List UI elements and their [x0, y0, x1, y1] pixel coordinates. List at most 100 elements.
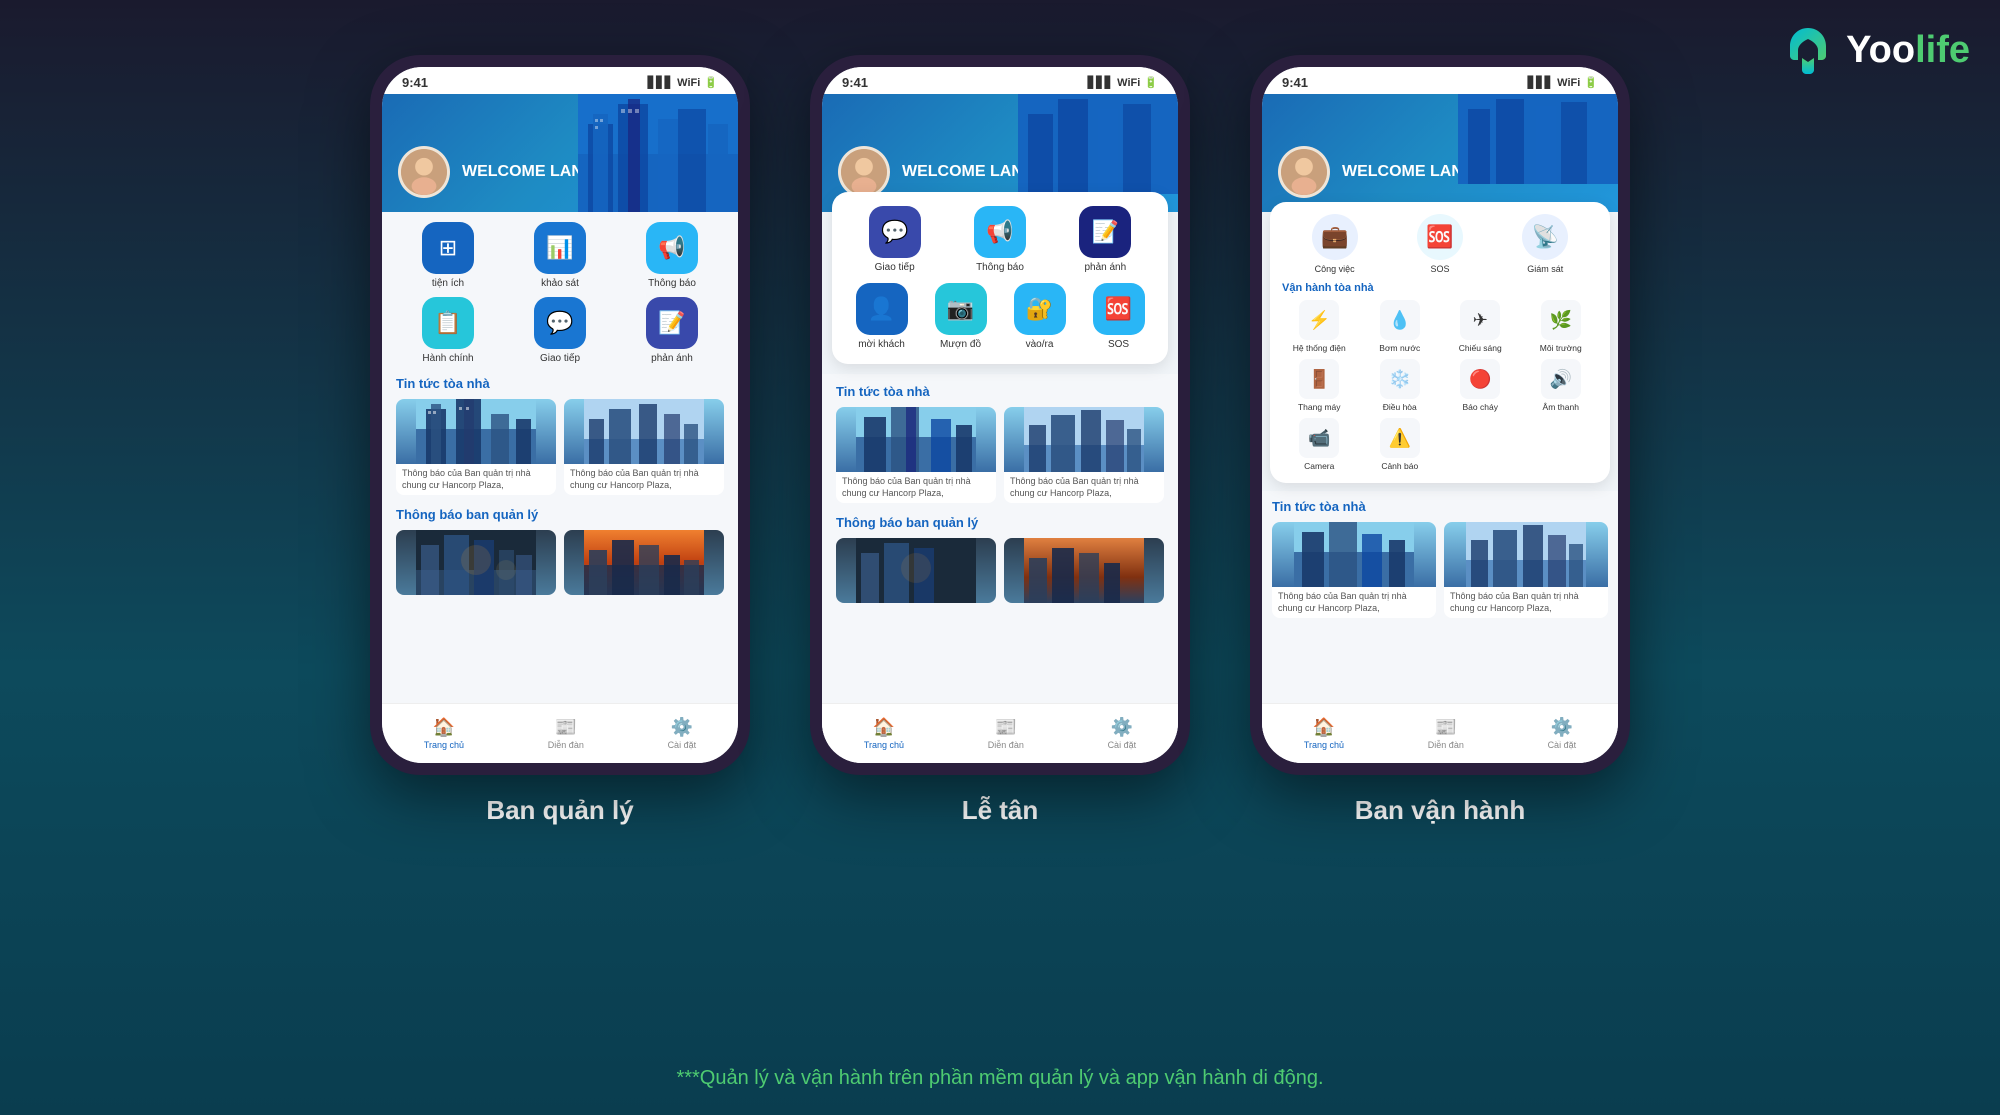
ops-bomnuoc-3[interactable]: 💧 Bơm nước [1363, 300, 1438, 353]
ops-giamsat-3[interactable]: 📡 Giám sát [1522, 214, 1568, 274]
ops-hethongdien-label-3: Hệ thống điện [1293, 343, 1346, 353]
popup-thongbao-2[interactable]: 📢 Thông báo [951, 206, 1048, 273]
popup-giaotiep-2[interactable]: 💬 Giao tiếp [846, 206, 943, 273]
ops-camera-icon-3[interactable]: 📹 [1299, 418, 1339, 458]
ops-card-3: 💼 Công việc 🆘 SOS 📡 Giám sát Vận hành tò [1270, 202, 1610, 483]
khaosat-icon[interactable]: 📊 [534, 222, 586, 274]
news-card-1b[interactable]: Thông báo của Ban quản trị nhà chung cư … [564, 399, 724, 495]
nav-settings-1[interactable]: ⚙️ Cài đặt [668, 717, 697, 750]
section-title-news-3: Tin tức tòa nhà [1272, 499, 1608, 514]
ops-baochay-icon-3[interactable]: 🔴 [1460, 359, 1500, 399]
popup-giaotiep-icon-2[interactable]: 💬 [869, 206, 921, 258]
popup-muondo-2[interactable]: 📷 Mượn đồ [925, 283, 996, 350]
ops-bomnuoc-icon-3[interactable]: 💧 [1380, 300, 1420, 340]
popup-phananh-2[interactable]: 📝 phản ánh [1057, 206, 1154, 273]
icon-item-giaotiep[interactable]: 💬 Giao tiếp [508, 297, 612, 364]
phananh-icon[interactable]: 📝 [646, 297, 698, 349]
ops-congviec-3[interactable]: 💼 Công việc [1312, 214, 1358, 274]
ops-thangmay-icon-3[interactable]: 🚪 [1299, 359, 1339, 399]
signal-icon-2: ▋▋▋ [1088, 76, 1113, 89]
ops-camera-3[interactable]: 📹 Camera [1282, 418, 1357, 471]
ops-hethongdien-icon-3[interactable]: ⚡ [1299, 300, 1339, 340]
ops-thangmay-label-3: Thang máy [1298, 402, 1341, 412]
popup-phananh-icon-2[interactable]: 📝 [1079, 206, 1131, 258]
phone-screen-1: 9:41 ▋▋▋ WiFi 🔋 [382, 67, 738, 763]
nav-home-1[interactable]: 🏠 Trang chủ [424, 717, 464, 750]
mgmt-card-2b[interactable] [1004, 538, 1164, 603]
news-caption-2b: Thông báo của Ban quản trị nhà chung cư … [1004, 472, 1164, 503]
avatar-1 [398, 146, 450, 198]
popup-vaora-icon-2[interactable]: 🔐 [1014, 283, 1066, 335]
section-title-mgmt-1: Thông báo ban quản lý [396, 507, 724, 522]
ops-sos-icon-3[interactable]: 🆘 [1417, 214, 1463, 260]
bottom-nav-3: 🏠 Trang chủ 📰 Diễn đàn ⚙️ Cài đặt [1262, 703, 1618, 763]
ops-canhbao-label-3: Cảnh báo [1381, 461, 1418, 471]
popup-vaora-2[interactable]: 🔐 vào/ra [1004, 283, 1075, 350]
ops-congviec-icon-3[interactable]: 💼 [1312, 214, 1358, 260]
popup-moikhach-2[interactable]: 👤 mời khách [846, 283, 917, 350]
phone-screen-3: 9:41 ▋▋▋ WiFi 🔋 [1262, 67, 1618, 763]
nav-settings-3[interactable]: ⚙️ Cài đặt [1548, 717, 1577, 750]
news-card-2b[interactable]: Thông báo của Ban quản trị nhà chung cư … [1004, 407, 1164, 503]
wifi-icon-2: WiFi [1117, 77, 1140, 89]
tienich-icon[interactable]: ⊞ [422, 222, 474, 274]
ops-amthanh-3[interactable]: 🔊 Âm thanh [1524, 359, 1599, 412]
ops-thangmay-3[interactable]: 🚪 Thang máy [1282, 359, 1357, 412]
status-bar-3: 9:41 ▋▋▋ WiFi 🔋 [1262, 67, 1618, 94]
nav-home-3[interactable]: 🏠 Trang chủ [1304, 717, 1344, 750]
nav-forum-1[interactable]: 📰 Diễn đàn [548, 717, 584, 750]
nav-home-label-2: Trang chủ [864, 740, 904, 750]
news-grid-2: Thông báo của Ban quản trị nhà chung cư … [836, 407, 1164, 503]
mgmt-card-2a[interactable] [836, 538, 996, 603]
mgmt-card-1b[interactable] [564, 530, 724, 595]
ops-amthanh-icon-3[interactable]: 🔊 [1541, 359, 1581, 399]
nav-forum-3[interactable]: 📰 Diễn đàn [1428, 717, 1464, 750]
ops-dieuhoa-icon-3[interactable]: ❄️ [1380, 359, 1420, 399]
thongbao-icon[interactable]: 📢 [646, 222, 698, 274]
nav-settings-2[interactable]: ⚙️ Cài đặt [1108, 717, 1137, 750]
bottom-nav-2: 🏠 Trang chủ 📰 Diễn đàn ⚙️ Cài đặt [822, 703, 1178, 763]
nav-settings-label-1: Cài đặt [668, 740, 697, 750]
ops-chieusang-icon-3[interactable]: ✈ [1460, 300, 1500, 340]
ops-canhbao-icon-3[interactable]: ⚠️ [1380, 418, 1420, 458]
ops-moitruong-icon-3[interactable]: 🌿 [1541, 300, 1581, 340]
news-card-1a[interactable]: Thông báo của Ban quản trị nhà chung cư … [396, 399, 556, 495]
news-card-3a[interactable]: Thông báo của Ban quản trị nhà chung cư … [1272, 522, 1436, 618]
ops-canhbao-3[interactable]: ⚠️ Cảnh báo [1363, 418, 1438, 471]
news-card-3b[interactable]: Thông báo của Ban quản trị nhà chung cư … [1444, 522, 1608, 618]
icon-item-phananh[interactable]: 📝 phản ánh [620, 297, 724, 364]
news-img-3a [1272, 522, 1436, 587]
popup-moikhach-icon-2[interactable]: 👤 [856, 283, 908, 335]
ops-dieuhoa-3[interactable]: ❄️ Điều hòa [1363, 359, 1438, 412]
nav-home-2[interactable]: 🏠 Trang chủ [864, 717, 904, 750]
mgmt-grid-2 [836, 538, 1164, 603]
phone-label-3: Ban vận hành [1355, 795, 1525, 826]
popup-sos-2[interactable]: 🆘 SOS [1083, 283, 1154, 350]
popup-sos-icon-2[interactable]: 🆘 [1093, 283, 1145, 335]
popup-thongbao-icon-2[interactable]: 📢 [974, 206, 1026, 258]
ops-chieusang-3[interactable]: ✈ Chiếu sáng [1443, 300, 1518, 353]
giaotiep-icon[interactable]: 💬 [534, 297, 586, 349]
mgmt-img-1a [396, 530, 556, 595]
news-card-2a[interactable]: Thông báo của Ban quản trị nhà chung cư … [836, 407, 996, 503]
phone-frame-1: 9:41 ▋▋▋ WiFi 🔋 [370, 55, 750, 775]
icon-item-thongbao[interactable]: 📢 Thông báo [620, 222, 724, 289]
screen-content-1: ⊞ tiện ích 📊 khảo sát 📢 Thông báo 📋 [382, 212, 738, 708]
status-time-2: 9:41 [842, 75, 868, 90]
icon-item-khaosat[interactable]: 📊 khảo sát [508, 222, 612, 289]
battery-icon-1: 🔋 [704, 76, 718, 89]
mgmt-card-1a[interactable] [396, 530, 556, 595]
ops-giamsat-icon-3[interactable]: 📡 [1522, 214, 1568, 260]
section-title-news-2: Tin tức tòa nhà [836, 384, 1164, 399]
ops-moitruong-3[interactable]: 🌿 Môi trường [1524, 300, 1599, 353]
popup-muondo-icon-2[interactable]: 📷 [935, 283, 987, 335]
nav-forum-2[interactable]: 📰 Diễn đàn [988, 717, 1024, 750]
avatar-2 [838, 146, 890, 198]
ops-row3-3: 📹 Camera ⚠️ Cảnh báo [1282, 418, 1598, 471]
icon-item-hanhchinh[interactable]: 📋 Hành chính [396, 297, 500, 364]
ops-hethongdien-3[interactable]: ⚡ Hệ thống điện [1282, 300, 1357, 353]
ops-baochay-3[interactable]: 🔴 Báo cháy [1443, 359, 1518, 412]
icon-item-tienich[interactable]: ⊞ tiện ích [396, 222, 500, 289]
ops-sos-3[interactable]: 🆘 SOS [1417, 214, 1463, 274]
hanhchinh-icon[interactable]: 📋 [422, 297, 474, 349]
